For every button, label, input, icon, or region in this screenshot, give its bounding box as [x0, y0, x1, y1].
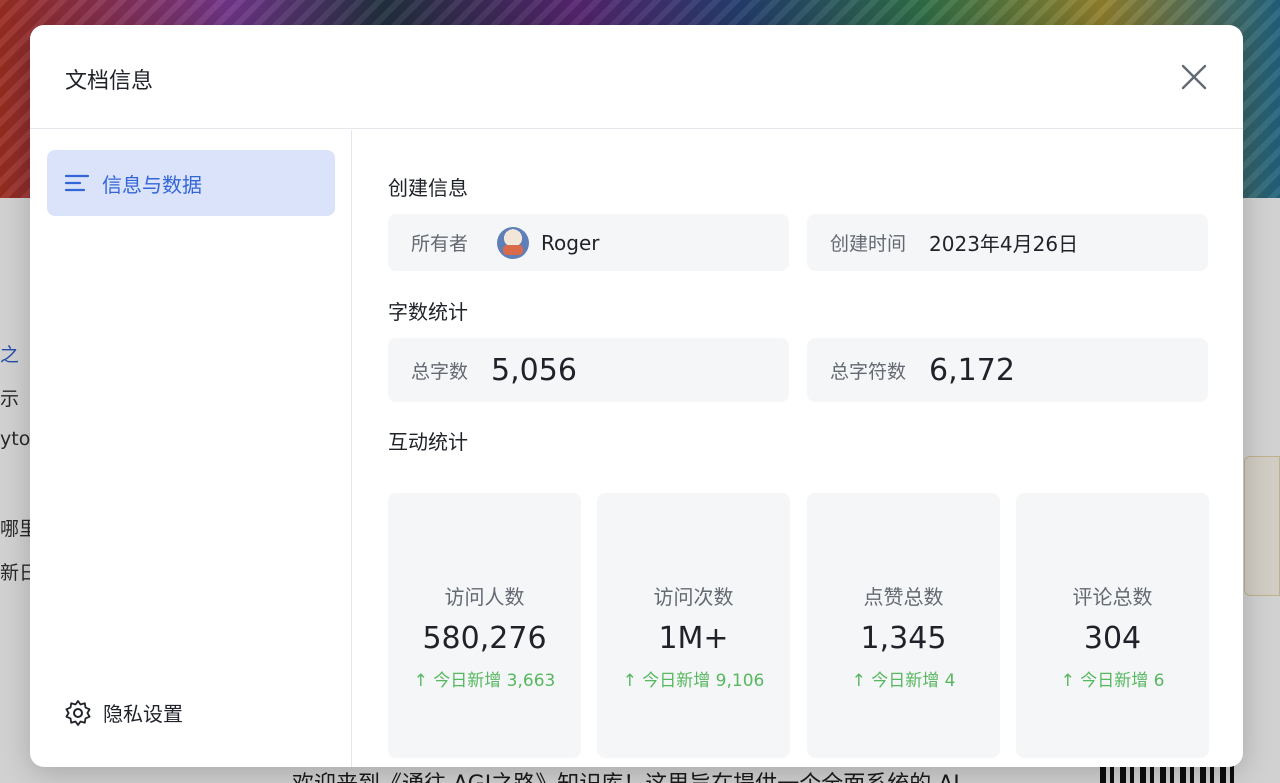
- privacy-settings-button[interactable]: 隐私设置: [64, 698, 183, 727]
- char-count-box: 总字符数 6,172: [807, 338, 1208, 402]
- created-time-label: 创建时间: [830, 233, 907, 255]
- document-info-modal: 文档信息 信息与数据 隐私设置 创建信息 所有者 Roger 创建时间 2023…: [30, 25, 1243, 767]
- modal-sidebar: 信息与数据 隐私设置: [30, 130, 352, 767]
- modal-title: 文档信息: [65, 69, 154, 94]
- interaction-stats-title: 互动统计: [388, 430, 468, 454]
- stat-delta: ↑ 今日新增 9,106: [622, 671, 765, 691]
- stat-value: 580,276: [422, 621, 547, 656]
- stat-label: 访问人数: [444, 585, 525, 609]
- stat-delta: ↑ 今日新增 4: [851, 671, 956, 691]
- word-stats-title: 字数统计: [388, 300, 468, 324]
- stat-value: 304: [1083, 621, 1142, 656]
- privacy-settings-label: 隐私设置: [103, 702, 183, 726]
- stat-card-likes: 点赞总数 1,345 ↑ 今日新增 4: [807, 493, 1000, 758]
- stat-label: 点赞总数: [863, 585, 944, 609]
- sidebar-item-label: 信息与数据: [102, 172, 202, 197]
- stat-value: 1M+: [658, 621, 729, 656]
- owner-box: 所有者 Roger: [388, 214, 789, 271]
- list-icon: [64, 174, 90, 192]
- gear-icon: [65, 699, 91, 726]
- owner-label: 所有者: [411, 233, 469, 255]
- stat-delta: ↑ 今日新增 6: [1060, 671, 1165, 691]
- stat-card-comments: 评论总数 304 ↑ 今日新增 6: [1016, 493, 1209, 758]
- stat-card-visits: 访问次数 1M+ ↑ 今日新增 9,106: [597, 493, 790, 758]
- created-time-value: 2023年4月26日: [929, 232, 1079, 256]
- stat-card-visitors: 访问人数 580,276 ↑ 今日新增 3,663: [388, 493, 581, 758]
- stat-label: 访问次数: [653, 585, 734, 609]
- word-count-value: 5,056: [491, 352, 577, 388]
- avatar[interactable]: [497, 226, 530, 259]
- sidebar-item-info-data[interactable]: 信息与数据: [47, 150, 335, 216]
- owner-name[interactable]: Roger: [541, 231, 599, 255]
- creation-info-title: 创建信息: [388, 176, 468, 200]
- word-count-label: 总字数: [411, 360, 469, 383]
- stat-delta: ↑ 今日新增 3,663: [413, 671, 556, 691]
- close-button[interactable]: [1178, 61, 1210, 93]
- stat-value: 1,345: [860, 621, 947, 656]
- char-count-label: 总字符数: [830, 360, 907, 383]
- char-count-value: 6,172: [929, 352, 1015, 388]
- stat-label: 评论总数: [1072, 585, 1153, 609]
- close-icon: [1181, 64, 1207, 90]
- word-count-box: 总字数 5,056: [388, 338, 789, 402]
- modal-header: 文档信息: [30, 25, 1243, 129]
- created-time-box: 创建时间 2023年4月26日: [807, 214, 1208, 271]
